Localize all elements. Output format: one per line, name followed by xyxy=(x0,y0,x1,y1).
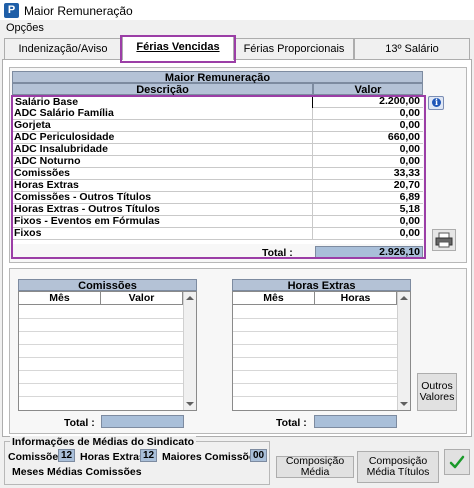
cell-desc: ADC Salário Família xyxy=(12,108,313,120)
table-row[interactable]: Salário Base 2.200,00 xyxy=(12,96,423,109)
comissoes-total-value xyxy=(101,415,184,428)
sind-maiores-comissoes-value: 00 xyxy=(250,449,267,462)
sindicato-title: Informações de Médias do Sindicato xyxy=(10,436,197,448)
sind-comissoes-value: 12 xyxy=(58,449,75,462)
horas-extras-scrollbar[interactable] xyxy=(397,292,410,410)
sind-maiores-comissoes-label: Maiores Comissões xyxy=(162,451,261,463)
col-valor: Valor xyxy=(313,83,423,96)
total-label: Total : xyxy=(262,247,293,259)
tab-ferias-proporcionais[interactable]: Férias Proporcionais xyxy=(234,38,354,60)
col-valor: Valor xyxy=(101,292,183,305)
maior-remuneracao-title: Maior Remuneração xyxy=(12,71,423,84)
table-row[interactable]: Gorjeta 0,00 xyxy=(12,120,423,132)
horas-extras-total-label: Total : xyxy=(276,417,307,429)
info-icon: i xyxy=(432,98,441,107)
horas-extras-total-value xyxy=(314,415,397,428)
printer-icon xyxy=(435,232,453,248)
table-row[interactable]: Horas Extras - Outros Títulos 5,18 xyxy=(12,204,423,216)
cell-desc: Fixos - Eventos em Fórmulas xyxy=(12,216,313,228)
table-row[interactable]: Fixos 0,00 xyxy=(12,228,423,240)
info-button[interactable]: i xyxy=(428,96,444,110)
comissoes-grid[interactable]: Mês Valor xyxy=(18,291,197,411)
table-row[interactable]: ADC Noturno 0,00 xyxy=(12,156,423,168)
composicao-media-titulos-button[interactable]: Composição Média Títulos xyxy=(357,451,439,483)
menu-bar xyxy=(0,20,474,36)
scroll-down-icon[interactable] xyxy=(186,402,194,406)
table-row[interactable]: Comissões - Outros Títulos 6,89 xyxy=(12,192,423,204)
horas-extras-title: Horas Extras xyxy=(232,279,411,292)
composicao-media-button[interactable]: Composição Média xyxy=(276,456,354,478)
table-row[interactable]: Horas Extras 20,70 xyxy=(12,180,423,192)
table-row[interactable]: ADC Salário Família 0,00 xyxy=(12,108,423,120)
table-row[interactable]: Fixos - Eventos em Fórmulas 0,00 xyxy=(12,216,423,228)
col-mes: Mês xyxy=(233,292,315,305)
scroll-up-icon[interactable] xyxy=(400,296,408,300)
total-value: 2.926,10 xyxy=(315,246,423,258)
print-button[interactable] xyxy=(432,229,456,251)
menu-opcoes[interactable]: Opções xyxy=(6,22,44,34)
table-row[interactable]: ADC Insalubridade 0,00 xyxy=(12,144,423,156)
horas-extras-grid[interactable]: Mês Horas xyxy=(232,291,411,411)
outros-valores-button[interactable]: Outros Valores xyxy=(417,373,457,411)
checkmark-icon xyxy=(449,455,465,469)
col-mes: Mês xyxy=(19,292,101,305)
remuneracao-table[interactable]: Salário Base 2.200,00 ADC Salário Família… xyxy=(12,96,423,244)
sind-comissoes-label: Comissões xyxy=(8,451,65,463)
cell-value: 0,00 xyxy=(313,228,423,240)
window-title: Maior Remuneração xyxy=(24,4,133,18)
sind-horas-extras-value: 12 xyxy=(140,449,157,462)
tab-13-salario[interactable]: 13º Salário xyxy=(354,38,470,60)
sind-meses-medias-label: Meses Médias Comissões xyxy=(12,466,142,478)
table-row[interactable]: ADC Periculosidade 660,00 xyxy=(12,132,423,144)
comissoes-scrollbar[interactable] xyxy=(183,292,196,410)
tab-ferias-vencidas[interactable]: Férias Vencidas xyxy=(122,36,234,60)
col-horas: Horas xyxy=(315,292,397,305)
table-row[interactable]: Comissões 33,33 xyxy=(12,168,423,180)
col-descricao: Descrição xyxy=(12,83,313,96)
scroll-down-icon[interactable] xyxy=(400,402,408,406)
scroll-up-icon[interactable] xyxy=(186,296,194,300)
sind-horas-extras-label: Horas Extras xyxy=(80,451,145,463)
cell-desc: Fixos xyxy=(12,228,313,240)
comissoes-title: Comissões xyxy=(18,279,197,292)
ok-button[interactable] xyxy=(444,449,470,475)
tab-indenizacao[interactable]: Indenização/Aviso Prévio xyxy=(4,38,122,75)
comissoes-total-label: Total : xyxy=(64,417,95,429)
app-icon: P xyxy=(4,3,19,18)
